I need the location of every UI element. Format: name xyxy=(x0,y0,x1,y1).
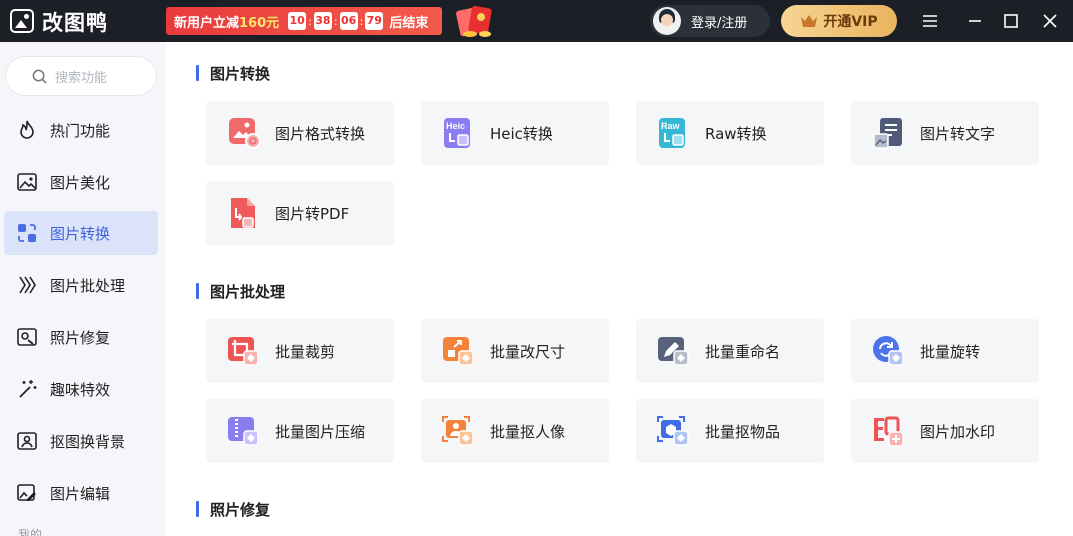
app-logo-icon xyxy=(10,9,34,33)
card-batch-rename[interactable]: 批量重命名 xyxy=(636,319,824,383)
batch-compress-icon xyxy=(228,417,259,446)
title-bar: 改图鸭 新用户立减160元 10: 38: 06: 79 后结束 登录/注册 开… xyxy=(0,0,1073,42)
layers-icon xyxy=(19,276,36,294)
sidebar-item-convert[interactable]: 图片转换 xyxy=(4,211,158,255)
vip-button[interactable]: 开通VIP xyxy=(781,5,897,37)
sidebar-item-repair[interactable]: 照片修复 xyxy=(4,315,158,359)
card-batch-portrait-cutout[interactable]: 批量抠人像 xyxy=(421,399,609,463)
batch-rename-icon xyxy=(658,337,689,366)
app-title: 改图鸭 xyxy=(42,11,108,35)
sidebar-more-label: 我的 xyxy=(18,528,43,536)
edit-image-icon xyxy=(17,484,36,501)
format-convert-icon xyxy=(229,118,261,149)
minimize-icon[interactable] xyxy=(965,11,985,31)
menu-icon[interactable] xyxy=(920,11,940,31)
promo-text: 新用户立减160元 xyxy=(174,15,280,31)
image-icon xyxy=(17,173,37,191)
sidebar-item-effects[interactable]: 趣味特效 xyxy=(4,367,158,411)
sidebar-item-beautify[interactable]: 图片美化 xyxy=(4,160,158,204)
card-batch-resize[interactable]: 批量改尺寸 xyxy=(421,319,609,383)
batch-resize-icon xyxy=(443,337,474,366)
card-batch-compress[interactable]: 批量图片压缩 xyxy=(206,399,394,463)
svg-text:Heic: Heic xyxy=(446,121,465,131)
sparkle-icon xyxy=(19,380,37,398)
search-placeholder: 搜索功能 xyxy=(55,70,108,86)
maximize-icon[interactable] xyxy=(1001,11,1021,31)
card-batch-rotate[interactable]: 批量旋转 xyxy=(851,319,1039,383)
heic-icon: Heic xyxy=(444,118,470,148)
sidebar-item-batch[interactable]: 图片批处理 xyxy=(4,263,158,307)
close-icon[interactable] xyxy=(1040,11,1060,31)
red-packet-icon[interactable] xyxy=(452,3,498,39)
sidebar-item-hot[interactable]: 热门功能 xyxy=(4,108,158,152)
card-format-convert[interactable]: 图片格式转换 xyxy=(206,101,394,165)
photo-repair-icon xyxy=(17,328,37,346)
sidebar-item-cutout[interactable]: 抠图换背景 xyxy=(4,419,158,463)
watermark-icon xyxy=(874,416,904,447)
flame-icon xyxy=(20,120,34,139)
section-title-batch: 图片批处理 xyxy=(196,281,285,302)
card-image-to-text[interactable]: 图片转文字 xyxy=(851,101,1039,165)
sidebar: 搜索功能 热门功能 图片美化 图片转换 图片批处理 照片修复 趣味特效 抠图换背… xyxy=(0,42,166,536)
promo-banner[interactable]: 新用户立减160元 10: 38: 06: 79 后结束 xyxy=(166,7,442,35)
cutout-icon xyxy=(17,432,37,450)
login-button[interactable]: 登录/注册 xyxy=(650,5,770,37)
countdown-centis: 79 xyxy=(365,12,384,30)
batch-rotate-icon xyxy=(873,336,904,366)
image-to-pdf-icon xyxy=(231,198,255,228)
batch-crop-icon xyxy=(228,337,259,366)
image-to-text-icon xyxy=(873,118,902,149)
login-label: 登录/注册 xyxy=(691,15,748,31)
convert-icon xyxy=(18,224,36,242)
card-batch-object-cutout[interactable]: 批量抠物品 xyxy=(636,399,824,463)
section-title-convert: 图片转换 xyxy=(196,63,270,84)
raw-icon: Raw xyxy=(659,118,685,148)
countdown-minutes: 38 xyxy=(313,12,332,30)
sidebar-item-edit[interactable]: 图片编辑 xyxy=(4,471,158,515)
card-watermark[interactable]: 图片加水印 xyxy=(851,399,1039,463)
avatar xyxy=(653,7,681,35)
batch-portrait-cutout-icon xyxy=(442,416,474,446)
crown-icon xyxy=(801,15,818,27)
section-title-repair: 照片修复 xyxy=(196,499,270,520)
card-heic[interactable]: Heic Heic转换 xyxy=(421,101,609,165)
promo-suffix: 后结束 xyxy=(389,15,429,31)
search-input[interactable]: 搜索功能 xyxy=(5,56,157,96)
countdown-seconds: 06 xyxy=(339,12,358,30)
card-batch-crop[interactable]: 批量裁剪 xyxy=(206,319,394,383)
svg-text:Raw: Raw xyxy=(661,121,681,131)
search-icon xyxy=(32,69,47,84)
card-image-to-pdf[interactable]: 图片转PDF xyxy=(206,181,394,245)
batch-object-cutout-icon xyxy=(657,416,689,446)
card-raw[interactable]: Raw Raw转换 xyxy=(636,101,824,165)
vip-label: 开通VIP xyxy=(823,14,878,30)
countdown-hours: 10 xyxy=(288,12,307,30)
